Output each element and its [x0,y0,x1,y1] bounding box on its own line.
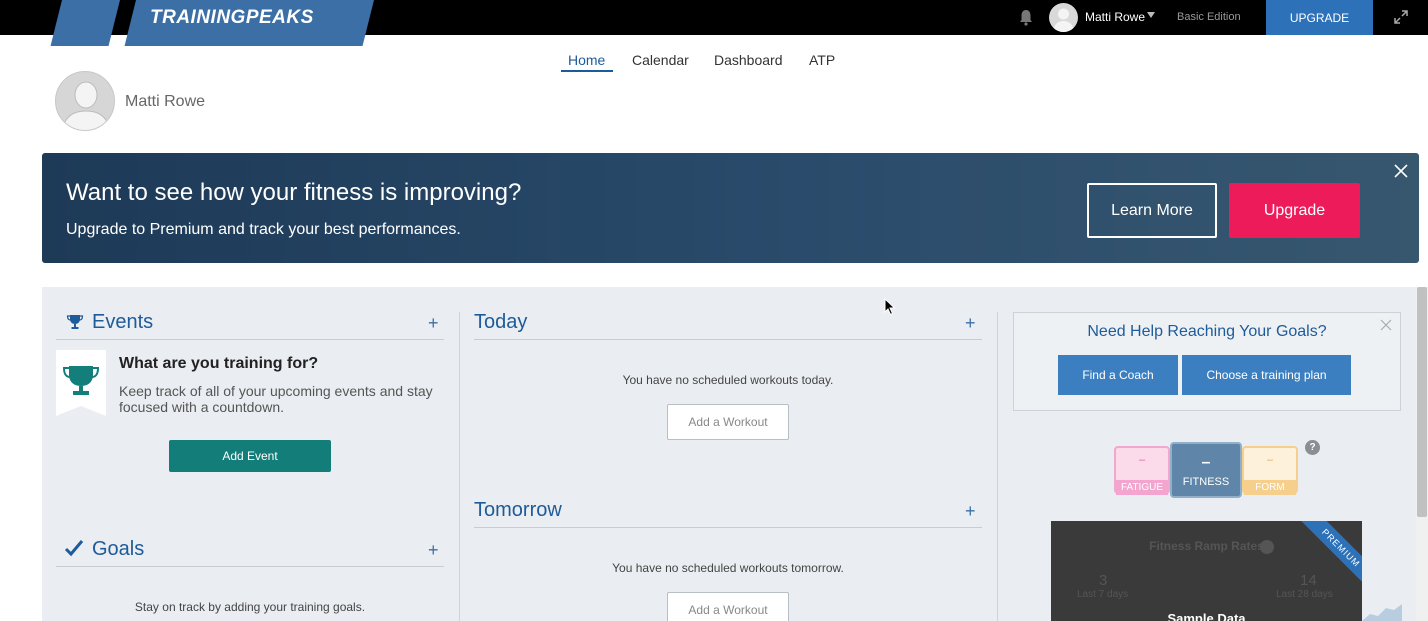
section-divider [474,339,982,340]
events-description: Keep track of all of your upcoming event… [119,383,433,415]
ramp-28day-value: 14 [1300,572,1317,589]
profile-name: Matti Rowe [125,93,206,110]
section-divider [474,527,982,528]
fitness-label: FITNESS [1182,476,1230,488]
tomorrow-empty-text: You have no scheduled workouts tomorrow. [612,561,844,575]
column-divider [997,312,998,621]
logo[interactable]: TRAININGPEAKS [150,7,314,29]
add-event-button[interactable]: Add Event [169,440,331,472]
help-box: Need Help Reaching Your Goals? Find a Co… [1013,312,1401,411]
user-avatar[interactable] [1049,3,1078,32]
fitness-value: – [1201,454,1211,471]
form-metric[interactable]: – FORM [1242,446,1298,495]
form-value: – [1266,454,1274,466]
ramp-7day-label: Last 7 days [1077,589,1129,600]
ramp-7day-value: 3 [1099,572,1108,589]
nav-calendar[interactable]: Calendar [632,52,689,68]
add-tomorrow-plus-icon[interactable]: + [965,501,976,522]
tomorrow-title: Tomorrow [474,499,562,521]
ramp-28day-label: Last 28 days [1276,589,1333,600]
checkmark-icon [64,540,84,557]
edition-label: Basic Edition [1177,11,1241,23]
goals-title: Goals [92,538,145,560]
ramp-title: Fitness Ramp Rates [1149,539,1264,553]
events-heading: What are you training for? [119,355,319,372]
fitness-metric[interactable]: – FITNESS [1170,442,1242,498]
add-workout-tomorrow-button[interactable]: Add a Workout [667,592,789,621]
logo-stripe [50,0,120,46]
close-icon[interactable] [1393,163,1409,179]
nav-atp[interactable]: ATP [809,52,835,68]
chart-preview-icon [1362,604,1402,621]
trophy-icon [66,315,84,329]
sample-data-label: Sample Data [1167,611,1246,621]
fatigue-label: FATIGUE [1116,480,1168,495]
section-divider [56,339,444,340]
user-silhouette-icon [61,81,111,130]
fatigue-metric[interactable]: – FATIGUE [1114,446,1170,495]
chevron-down-icon[interactable] [1147,12,1155,18]
banner-title: Want to see how your fitness is improvin… [66,179,522,206]
column-divider [459,312,460,621]
scrollbar-thumb[interactable] [1417,287,1427,517]
user-silhouette-icon [1053,8,1074,32]
profile-avatar[interactable] [55,71,115,131]
bell-icon[interactable] [1017,8,1035,26]
nav-home[interactable]: Home [568,52,605,68]
banner-subtitle: Upgrade to Premium and track your best p… [66,221,461,238]
section-divider [56,566,444,567]
add-goal-plus-icon[interactable]: + [428,540,439,561]
help-title: Need Help Reaching Your Goals? [1087,323,1327,340]
fitness-ramp-panel: Fitness Ramp Rates 3 Last 7 days 14 Last… [1051,521,1362,621]
nav-active-indicator [561,70,613,72]
add-workout-today-button[interactable]: Add a Workout [667,404,789,440]
choose-plan-button[interactable]: Choose a training plan [1182,355,1351,395]
find-coach-button[interactable]: Find a Coach [1058,355,1178,395]
upgrade-banner: Want to see how your fitness is improvin… [42,153,1419,263]
close-icon[interactable] [1380,319,1392,331]
upgrade-button[interactable]: Upgrade [1229,183,1360,238]
expand-icon[interactable] [1393,9,1409,25]
add-event-plus-icon[interactable]: + [428,313,439,334]
upgrade-top-button[interactable]: UPGRADE [1266,0,1373,35]
learn-more-button[interactable]: Learn More [1087,183,1217,238]
today-title: Today [474,311,528,333]
nav-dashboard[interactable]: Dashboard [714,52,783,68]
form-label: FORM [1244,480,1296,495]
help-question-icon[interactable]: ? [1305,440,1320,455]
trophy-badge-icon [56,350,106,416]
mouse-cursor-icon [884,298,896,316]
add-today-plus-icon[interactable]: + [965,313,976,334]
events-title: Events [92,311,154,333]
user-menu[interactable]: Matti Rowe [1085,10,1145,24]
help-question-icon [1260,540,1274,554]
today-empty-text: You have no scheduled workouts today. [622,373,834,387]
goals-description: Stay on track by adding your training go… [134,600,366,614]
fatigue-value: – [1138,454,1146,466]
